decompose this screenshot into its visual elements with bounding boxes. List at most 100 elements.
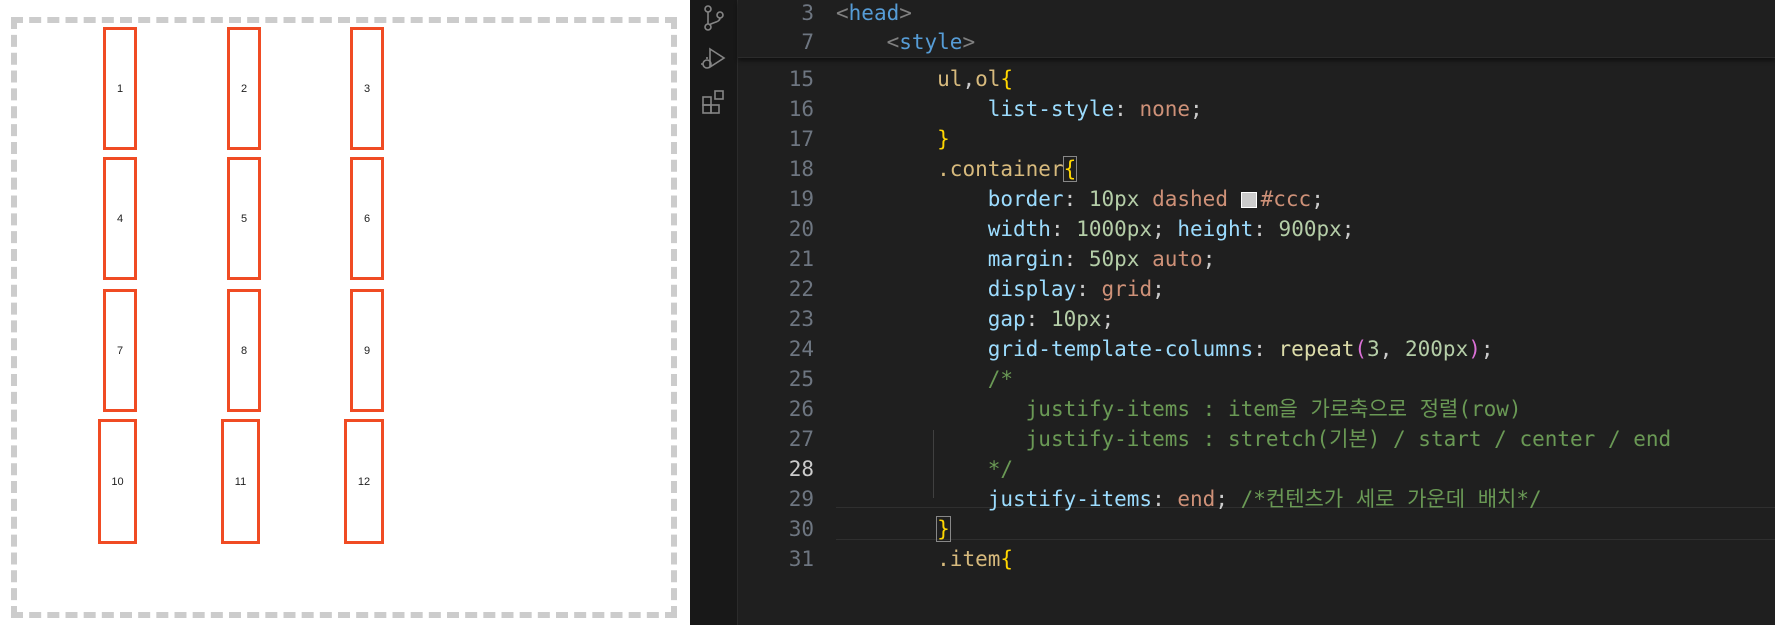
code-token: border bbox=[987, 187, 1064, 211]
line-number: 15 bbox=[788, 67, 814, 91]
code-line[interactable]: 16 list-style: none; bbox=[738, 92, 1775, 126]
grid-item: 6 bbox=[350, 157, 384, 280]
line-number: 24 bbox=[788, 337, 814, 361]
code-line[interactable]: 7 <style> bbox=[738, 28, 1775, 57]
sticky-scroll-header[interactable]: 3 <head> 7 <style> bbox=[738, 0, 1775, 58]
browser-preview: 1 2 3 4 5 6 7 8 9 10 11 12 bbox=[0, 0, 690, 625]
run-debug-icon[interactable] bbox=[700, 44, 728, 72]
grid-item: 5 bbox=[227, 157, 261, 280]
code-token: 200px bbox=[1405, 337, 1469, 361]
code-token: style bbox=[899, 30, 963, 54]
line-code: /* bbox=[836, 362, 1013, 396]
code-line[interactable]: 25 /* bbox=[738, 362, 1775, 396]
code-area[interactable]: 3 <head> 7 <style> 15 ul,ol{16 list-style:… bbox=[738, 0, 1775, 625]
grid-item: 9 bbox=[350, 289, 384, 412]
code-line[interactable]: 18 .container{ bbox=[738, 152, 1775, 186]
code-editor: 3 <head> 7 <style> 15 ul,ol{16 list-style:… bbox=[690, 0, 1775, 625]
line-code: justify-items : stretch(기본) / start / ce… bbox=[836, 422, 1672, 456]
code-token: auto bbox=[1152, 247, 1203, 271]
line-number: 31 bbox=[788, 547, 814, 571]
code-token: justify-items : stretch(기본) / start / ce… bbox=[1025, 427, 1672, 451]
code-line[interactable]: 27 justify-items : stretch(기본) / start /… bbox=[738, 422, 1775, 456]
code-line[interactable]: 24 grid-template-columns: repeat(3, 200p… bbox=[738, 332, 1775, 366]
line-code: gap: 10px; bbox=[836, 302, 1114, 336]
code-line[interactable]: 23 gap: 10px; bbox=[738, 302, 1775, 336]
code-token: 900px bbox=[1278, 217, 1342, 241]
code-line[interactable]: 28 */ bbox=[738, 452, 1775, 486]
line-code: } bbox=[836, 512, 951, 546]
code-token: justify-items bbox=[987, 487, 1153, 511]
code-line[interactable]: 15 ul,ol{ bbox=[738, 62, 1775, 96]
code-token: ; bbox=[1202, 247, 1216, 271]
code-token: */ bbox=[987, 457, 1014, 481]
source-control-icon[interactable] bbox=[700, 4, 728, 32]
code-line[interactable]: 19 border: 10px dashed #ccc; bbox=[738, 182, 1775, 216]
code-token: 10px bbox=[1050, 307, 1102, 331]
grid-item: 4 bbox=[103, 157, 137, 280]
code-token: head bbox=[848, 1, 900, 25]
code-token: ; bbox=[1152, 277, 1165, 301]
line-code: <head> bbox=[836, 0, 912, 28]
line-number: 26 bbox=[788, 397, 814, 421]
line-code: margin: 50px auto; bbox=[836, 242, 1216, 276]
code-token: ; bbox=[1101, 307, 1115, 331]
code-token: } bbox=[937, 127, 950, 151]
code-line[interactable]: 21 margin: 50px auto; bbox=[738, 242, 1775, 276]
line-number: 29 bbox=[788, 487, 814, 511]
line-code: list-style: none; bbox=[836, 92, 1203, 126]
code-token: #ccc bbox=[1260, 187, 1312, 211]
code-token: 3 bbox=[1367, 337, 1380, 361]
code-token: ; bbox=[1311, 187, 1324, 211]
code-token: ; bbox=[1152, 217, 1178, 241]
code-token: justify-items : item을 가로축으로 정렬(row) bbox=[1025, 397, 1522, 421]
code-token: { bbox=[1062, 156, 1078, 182]
code-line[interactable]: 31 .item{ bbox=[738, 542, 1775, 576]
line-number: 23 bbox=[788, 307, 814, 331]
line-code: justify-items : item을 가로축으로 정렬(row) bbox=[836, 392, 1522, 426]
grid-item: 2 bbox=[227, 27, 261, 150]
extensions-icon[interactable] bbox=[700, 88, 728, 116]
line-code: .item{ bbox=[836, 542, 1013, 576]
line-number: 25 bbox=[788, 367, 814, 391]
code-token: grid-template-columns bbox=[987, 337, 1254, 361]
grid-container: 1 2 3 4 5 6 7 8 9 10 11 12 bbox=[11, 17, 677, 618]
code-line[interactable]: 29 justify-items: end; /*컨텐츠가 세로 가운데 배치*… bbox=[738, 482, 1775, 516]
line-number: 21 bbox=[788, 247, 814, 271]
code-token: width bbox=[987, 217, 1051, 241]
color-swatch-icon[interactable] bbox=[1240, 192, 1257, 208]
code-token: grid bbox=[1101, 277, 1153, 301]
code-token: display bbox=[987, 277, 1077, 301]
line-code: <style> bbox=[836, 28, 976, 57]
code-token: , bbox=[962, 67, 976, 91]
code-token: ol bbox=[975, 67, 1001, 91]
code-line[interactable]: 26 justify-items : item을 가로축으로 정렬(row) bbox=[738, 392, 1775, 426]
line-number: 3 bbox=[801, 1, 814, 25]
code-line[interactable]: 20 width: 1000px; height: 900px; bbox=[738, 212, 1775, 246]
grid-item: 7 bbox=[103, 289, 137, 412]
code-token: { bbox=[1000, 67, 1014, 91]
code-line[interactable]: 22 display: grid; bbox=[738, 272, 1775, 306]
code-token: height bbox=[1177, 217, 1254, 241]
code-line[interactable]: 17 } bbox=[738, 122, 1775, 156]
code-token: : bbox=[1152, 487, 1178, 511]
code-line[interactable]: 3 <head> bbox=[738, 0, 1775, 28]
grid-item: 8 bbox=[227, 289, 261, 412]
code-token: : bbox=[1253, 337, 1279, 361]
grid-item: 10 bbox=[98, 419, 137, 544]
line-code: ul,ol{ bbox=[836, 62, 1013, 96]
line-code: display: grid; bbox=[836, 272, 1165, 306]
line-number: 19 bbox=[788, 187, 814, 211]
code-line[interactable]: 30 } bbox=[738, 512, 1775, 546]
